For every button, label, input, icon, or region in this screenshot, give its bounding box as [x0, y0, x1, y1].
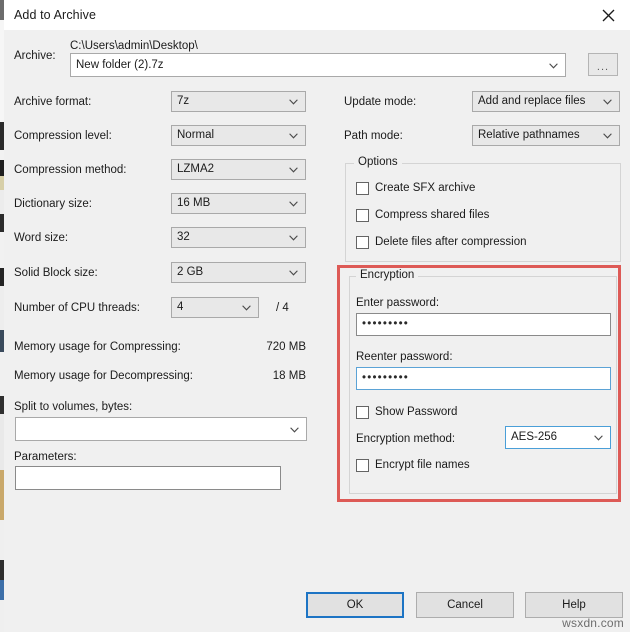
- archive-format-combobox[interactable]: 7z: [171, 91, 306, 112]
- reenter-password-input[interactable]: •••••••••: [356, 367, 611, 390]
- archive-format-label: Archive format:: [14, 96, 92, 108]
- cpu-threads-value: 4: [177, 301, 184, 313]
- encryption-method-combobox[interactable]: AES-256: [505, 426, 611, 449]
- path-mode-value: Relative pathnames: [478, 129, 580, 141]
- encryption-method-value: AES-256: [511, 431, 558, 443]
- memory-decompressing-label: Memory usage for Decompressing:: [14, 370, 193, 382]
- cancel-button[interactable]: Cancel: [416, 592, 514, 618]
- chevron-down-icon: [289, 201, 298, 207]
- word-size-combobox[interactable]: 32: [171, 227, 306, 248]
- update-mode-label: Update mode:: [344, 96, 417, 108]
- chevron-down-icon: [289, 270, 298, 276]
- checkbox-label: Delete files after compression: [375, 236, 527, 248]
- archive-path-text: C:\Users\admin\Desktop\: [70, 40, 198, 52]
- solid-block-size-combobox[interactable]: 2 GB: [171, 262, 306, 283]
- reenter-password-value: •••••••••: [362, 372, 410, 384]
- checkbox-label: Show Password: [375, 406, 458, 418]
- chevron-down-icon: [242, 305, 251, 311]
- archive-filename-value: New folder (2).7z: [76, 59, 164, 71]
- checkbox-icon: [356, 458, 369, 472]
- split-volumes-combobox[interactable]: [15, 417, 307, 441]
- encryption-group-title: Encryption: [356, 269, 419, 281]
- checkbox-icon: [356, 208, 369, 222]
- checkbox-icon: [356, 405, 369, 419]
- site-watermark: wsxdn.com: [562, 616, 624, 630]
- chevron-down-icon: [594, 435, 603, 441]
- browse-button[interactable]: ...: [588, 53, 618, 76]
- window-title: Add to Archive: [14, 8, 97, 22]
- chevron-down-icon: [289, 167, 298, 173]
- checkbox-show-password[interactable]: Show Password: [356, 404, 457, 420]
- compression-method-value: LZMA2: [177, 163, 215, 175]
- cpu-threads-label: Number of CPU threads:: [14, 302, 140, 314]
- compression-level-combobox[interactable]: Normal: [171, 125, 306, 146]
- update-mode-combobox[interactable]: Add and replace files: [472, 91, 620, 112]
- word-size-label: Word size:: [14, 232, 69, 244]
- checkbox-label: Encrypt file names: [375, 459, 470, 471]
- title-bar: Add to Archive: [4, 0, 630, 31]
- word-size-value: 32: [177, 231, 190, 243]
- help-button[interactable]: Help: [525, 592, 623, 618]
- checkbox-compress-shared-files[interactable]: Compress shared files: [356, 207, 489, 223]
- encryption-method-label: Encryption method:: [356, 433, 456, 445]
- dictionary-size-label: Dictionary size:: [14, 198, 92, 210]
- checkbox-create-sfx-archive[interactable]: Create SFX archive: [356, 180, 475, 196]
- memory-compressing-label: Memory usage for Compressing:: [14, 341, 181, 353]
- compression-level-value: Normal: [177, 129, 215, 141]
- split-volumes-label: Split to volumes, bytes:: [14, 401, 133, 413]
- checkbox-label: Create SFX archive: [375, 182, 476, 194]
- checkbox-icon: [356, 181, 369, 195]
- chevron-down-icon: [603, 99, 612, 105]
- solid-block-size-value: 2 GB: [177, 266, 204, 278]
- chevron-down-icon: [603, 133, 612, 139]
- archive-label: Archive:: [14, 50, 56, 62]
- enter-password-input[interactable]: •••••••••: [356, 313, 611, 336]
- chevron-down-icon: [289, 235, 298, 241]
- dialog-body: Archive: C:\Users\admin\Desktop\ New fol…: [4, 30, 630, 632]
- update-mode-value: Add and replace files: [478, 95, 586, 107]
- checkbox-delete-files-after-compression[interactable]: Delete files after compression: [356, 234, 526, 250]
- parameters-label: Parameters:: [14, 451, 77, 463]
- path-mode-label: Path mode:: [344, 130, 403, 142]
- archive-filename-combobox[interactable]: New folder (2).7z: [70, 53, 566, 77]
- reenter-password-label: Reenter password:: [356, 351, 453, 363]
- ok-button[interactable]: OK: [306, 592, 404, 618]
- checkbox-icon: [356, 235, 369, 249]
- chevron-down-icon: [549, 63, 558, 69]
- enter-password-value: •••••••••: [362, 318, 410, 330]
- path-mode-combobox[interactable]: Relative pathnames: [472, 125, 620, 146]
- compression-method-combobox[interactable]: LZMA2: [171, 159, 306, 180]
- dictionary-size-combobox[interactable]: 16 MB: [171, 193, 306, 214]
- archive-format-value: 7z: [177, 95, 190, 107]
- chevron-down-icon: [290, 427, 299, 433]
- add-to-archive-dialog: Add to Archive Archive: C:\Users\admin\D…: [0, 0, 630, 632]
- chevron-down-icon: [289, 99, 298, 105]
- checkbox-label: Compress shared files: [375, 209, 490, 221]
- parameters-input[interactable]: [15, 466, 281, 490]
- compression-method-label: Compression method:: [14, 164, 127, 176]
- checkbox-encrypt-file-names[interactable]: Encrypt file names: [356, 457, 470, 473]
- chevron-down-icon: [289, 133, 298, 139]
- options-group-title: Options: [354, 156, 402, 168]
- memory-compressing-value: 720 MB: [266, 341, 306, 353]
- close-icon[interactable]: [586, 0, 630, 30]
- enter-password-label: Enter password:: [356, 297, 440, 309]
- solid-block-size-label: Solid Block size:: [14, 267, 98, 279]
- dictionary-size-value: 16 MB: [177, 197, 211, 209]
- compression-level-label: Compression level:: [14, 130, 112, 142]
- cpu-threads-total: / 4: [276, 302, 289, 314]
- memory-decompressing-value: 18 MB: [272, 370, 306, 382]
- cpu-threads-combobox[interactable]: 4: [171, 297, 259, 318]
- capture-edge-artifact: [0, 0, 4, 632]
